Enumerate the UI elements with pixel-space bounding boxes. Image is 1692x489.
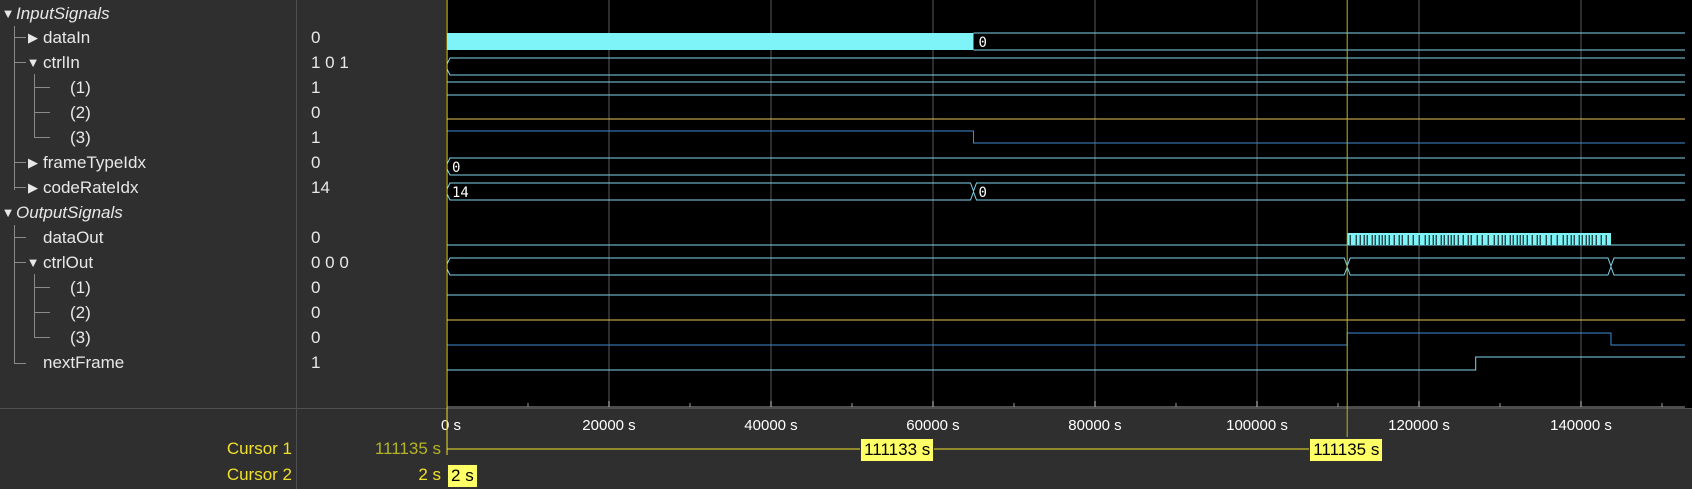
axis-tick-label: 0 s	[441, 417, 461, 434]
cursor-2-label[interactable]: Cursor 2	[150, 463, 292, 487]
axis-tick-label: 100000 s	[1226, 417, 1288, 434]
datain-busy-band	[447, 33, 974, 50]
waveform-viewer: ▼ InputSignals ▶ dataIn ▼ ctrlIn (1) (2)…	[0, 0, 1692, 489]
frametypeidx-wave-bottom	[446, 168, 1685, 176]
frametypeidx-wave-label: 0	[452, 160, 460, 176]
axis-tick-label: 40000 s	[744, 417, 797, 434]
axis-tick-label: 140000 s	[1550, 417, 1612, 434]
axis-tick-label: 60000 s	[906, 417, 959, 434]
coderateidx-wave-bottom	[446, 190, 1685, 201]
ctrlout-wave-top	[446, 257, 1685, 268]
ctrlin-3-wave	[447, 130, 1685, 144]
cursor-delta-box: 111133 s	[860, 438, 935, 462]
cursor-1-time: 111135 s	[374, 439, 441, 458]
coderateidx-wave-label: 0	[979, 185, 987, 201]
axis-tick-label: 120000 s	[1388, 417, 1450, 434]
cursor-1-label[interactable]: Cursor 1	[150, 437, 292, 461]
nextframe-wave	[447, 356, 1685, 371]
axis-tick-label: 80000 s	[1068, 417, 1121, 434]
coderateidx-wave-top	[446, 182, 1685, 193]
ctrlout-3-wave	[447, 332, 1685, 346]
datain-wave-label: 0	[979, 35, 987, 51]
axis-tick-label: 20000 s	[582, 417, 635, 434]
cursor-1-time-box[interactable]: 111135 s	[1309, 438, 1384, 462]
ctrlin-wave-top	[446, 57, 1685, 65]
ctrlin-wave-bottom	[446, 68, 1685, 76]
frametypeidx-wave-top	[446, 157, 1685, 165]
coderateidx-wave-label: 14	[452, 185, 469, 201]
cursor-2-time: 2 s	[418, 465, 441, 484]
cursor-2-time-box[interactable]: 2 s	[447, 464, 478, 488]
waveform-canvas: 0 s 20000 s 40000 s 60000 s 80000 s 100000 s 1…	[441, 0, 1685, 455]
ctrlout-wave-bottom	[446, 265, 1685, 276]
